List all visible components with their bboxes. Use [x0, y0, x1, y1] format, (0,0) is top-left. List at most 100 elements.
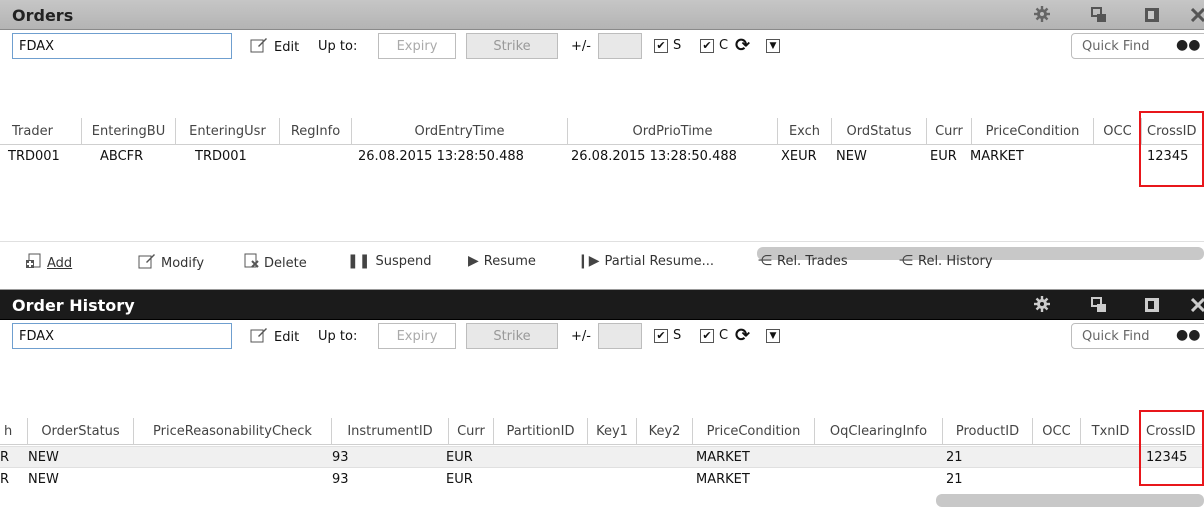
col-header[interactable]: h: [0, 418, 28, 445]
horizontal-scrollbar[interactable]: [936, 494, 1204, 507]
expiry-input[interactable]: Expiry: [378, 323, 456, 349]
close-icon[interactable]: [1189, 7, 1204, 23]
cell-clipped: R: [0, 472, 10, 487]
rel-trades-button[interactable]: ⋲ Rel. Trades: [758, 253, 848, 269]
table-row[interactable]: R NEW 93 EUR MARKET 21: [0, 469, 1204, 491]
cell-trader: TRD001: [8, 149, 60, 164]
edit-button[interactable]: Edit: [250, 327, 299, 347]
col-header[interactable]: OqClearingInfo: [815, 418, 943, 445]
col-header[interactable]: RegInfo: [280, 118, 352, 145]
col-header[interactable]: OCC: [1094, 118, 1142, 145]
c-checkbox[interactable]: ✔: [700, 39, 714, 53]
gear-icon[interactable]: [1033, 296, 1051, 312]
col-header[interactable]: ProductID: [943, 418, 1033, 445]
s-checkbox-label: S: [673, 328, 682, 343]
undock-icon[interactable]: [1090, 297, 1108, 313]
add-button[interactable]: Add: [26, 253, 72, 273]
col-header[interactable]: InstrumentID: [332, 418, 449, 445]
orders-grid: Trader EnteringBU EnteringUsr RegInfo Or…: [0, 118, 1204, 260]
rel-history-label: Rel. History: [918, 253, 993, 269]
quick-find-input[interactable]: Quick Find ●●: [1071, 33, 1204, 59]
relation-icon: ⋲: [899, 253, 913, 269]
c-checkbox[interactable]: ✔: [700, 329, 714, 343]
c-checkbox-label: C: [719, 38, 729, 53]
col-header[interactable]: OrdStatus: [832, 118, 927, 145]
cell-ord-entry-time: 26.08.2015 13:28:50.488: [358, 149, 524, 164]
col-header[interactable]: Exch: [778, 118, 832, 145]
orders-panel: Orders FDAX Edit Up to: Expiry Strike +/…: [0, 0, 1204, 290]
upto-label: Up to:: [318, 329, 358, 344]
resume-label: Resume: [483, 253, 536, 269]
quick-find-label: Quick Find: [1082, 329, 1150, 344]
rel-history-button[interactable]: ⋲ Rel. History: [899, 253, 993, 269]
partial-resume-label: Partial Resume...: [604, 253, 715, 269]
cell-price-condition: MARKET: [696, 472, 750, 487]
refresh-icon[interactable]: ⟳: [735, 325, 750, 346]
binoculars-icon[interactable]: ●●: [1176, 37, 1200, 53]
close-icon[interactable]: [1189, 297, 1204, 313]
col-header[interactable]: OrdEntryTime: [352, 118, 568, 145]
dropdown-button[interactable]: ▼: [766, 39, 780, 53]
col-header[interactable]: Key1: [588, 418, 637, 445]
plusminus-input[interactable]: [598, 33, 642, 59]
col-header[interactable]: PriceReasonabilityCheck: [134, 418, 332, 445]
edit-icon: [250, 37, 268, 57]
binoculars-icon[interactable]: ●●: [1176, 327, 1200, 343]
history-header-row: h OrderStatus PriceReasonabilityCheck In…: [0, 418, 1204, 445]
refresh-icon[interactable]: ⟳: [735, 35, 750, 56]
col-header[interactable]: PartitionID: [494, 418, 588, 445]
undock-icon[interactable]: [1090, 7, 1108, 23]
maximize-icon[interactable]: [1143, 7, 1161, 23]
cell-instrument-id: 93: [332, 472, 349, 487]
history-grid: h OrderStatus PriceReasonabilityCheck In…: [0, 418, 1204, 507]
edit-button[interactable]: Edit: [250, 37, 299, 57]
col-header[interactable]: OCC: [1033, 418, 1081, 445]
col-header[interactable]: Curr: [449, 418, 494, 445]
cell-ord-status: NEW: [836, 149, 867, 164]
strike-input[interactable]: Strike: [466, 323, 558, 349]
cell-product-id: 21: [946, 472, 963, 487]
col-header[interactable]: EnteringUsr: [176, 118, 280, 145]
suspend-label: Suspend: [375, 253, 432, 269]
suspend-button[interactable]: ❚❚ Suspend: [347, 253, 431, 269]
col-header[interactable]: Key2: [637, 418, 693, 445]
delete-label: Delete: [264, 255, 307, 271]
quick-find-input[interactable]: Quick Find ●●: [1071, 323, 1204, 349]
gear-icon[interactable]: [1033, 6, 1051, 22]
s-checkbox[interactable]: ✔: [654, 39, 668, 53]
quick-find-label: Quick Find: [1082, 39, 1150, 54]
cell-price-condition: MARKET: [696, 450, 750, 465]
col-header[interactable]: OrderStatus: [28, 418, 134, 445]
cell-price-condition: MARKET: [970, 149, 1024, 164]
play-icon: ▶: [468, 253, 479, 269]
expiry-input[interactable]: Expiry: [378, 33, 456, 59]
table-row[interactable]: R NEW 93 EUR MARKET 21 12345: [0, 446, 1204, 468]
maximize-icon[interactable]: [1143, 297, 1161, 313]
s-checkbox-label: S: [673, 38, 682, 53]
col-header[interactable]: OrdPrioTime: [568, 118, 778, 145]
cell-exch: XEUR: [781, 149, 817, 164]
history-toolbar: FDAX Edit Up to: Expiry Strike +/- ✔ S ✔…: [0, 321, 1204, 353]
col-header[interactable]: TxnID: [1081, 418, 1141, 445]
s-checkbox[interactable]: ✔: [654, 329, 668, 343]
symbol-input[interactable]: FDAX: [12, 33, 232, 59]
upto-label: Up to:: [318, 39, 358, 54]
table-row[interactable]: TRD001 ABCFR TRD001 26.08.2015 13:28:50.…: [0, 146, 1204, 168]
col-header[interactable]: EnteringBU: [82, 118, 176, 145]
col-header[interactable]: Trader: [0, 118, 82, 145]
plusminus-input[interactable]: [598, 323, 642, 349]
modify-button[interactable]: Modify: [138, 253, 204, 273]
edit-icon: [250, 327, 268, 347]
strike-input[interactable]: Strike: [466, 33, 558, 59]
symbol-input[interactable]: FDAX: [12, 323, 232, 349]
partial-resume-button[interactable]: ❙▶ Partial Resume...: [577, 253, 714, 269]
modify-icon: [138, 253, 156, 273]
dropdown-button[interactable]: ▼: [766, 329, 780, 343]
col-header[interactable]: PriceCondition: [693, 418, 815, 445]
col-header[interactable]: Curr: [927, 118, 972, 145]
cell-curr: EUR: [446, 472, 473, 487]
resume-button[interactable]: ▶ Resume: [468, 253, 536, 269]
col-header[interactable]: PriceCondition: [972, 118, 1094, 145]
cell-curr: EUR: [930, 149, 957, 164]
delete-button[interactable]: Delete: [243, 253, 307, 273]
